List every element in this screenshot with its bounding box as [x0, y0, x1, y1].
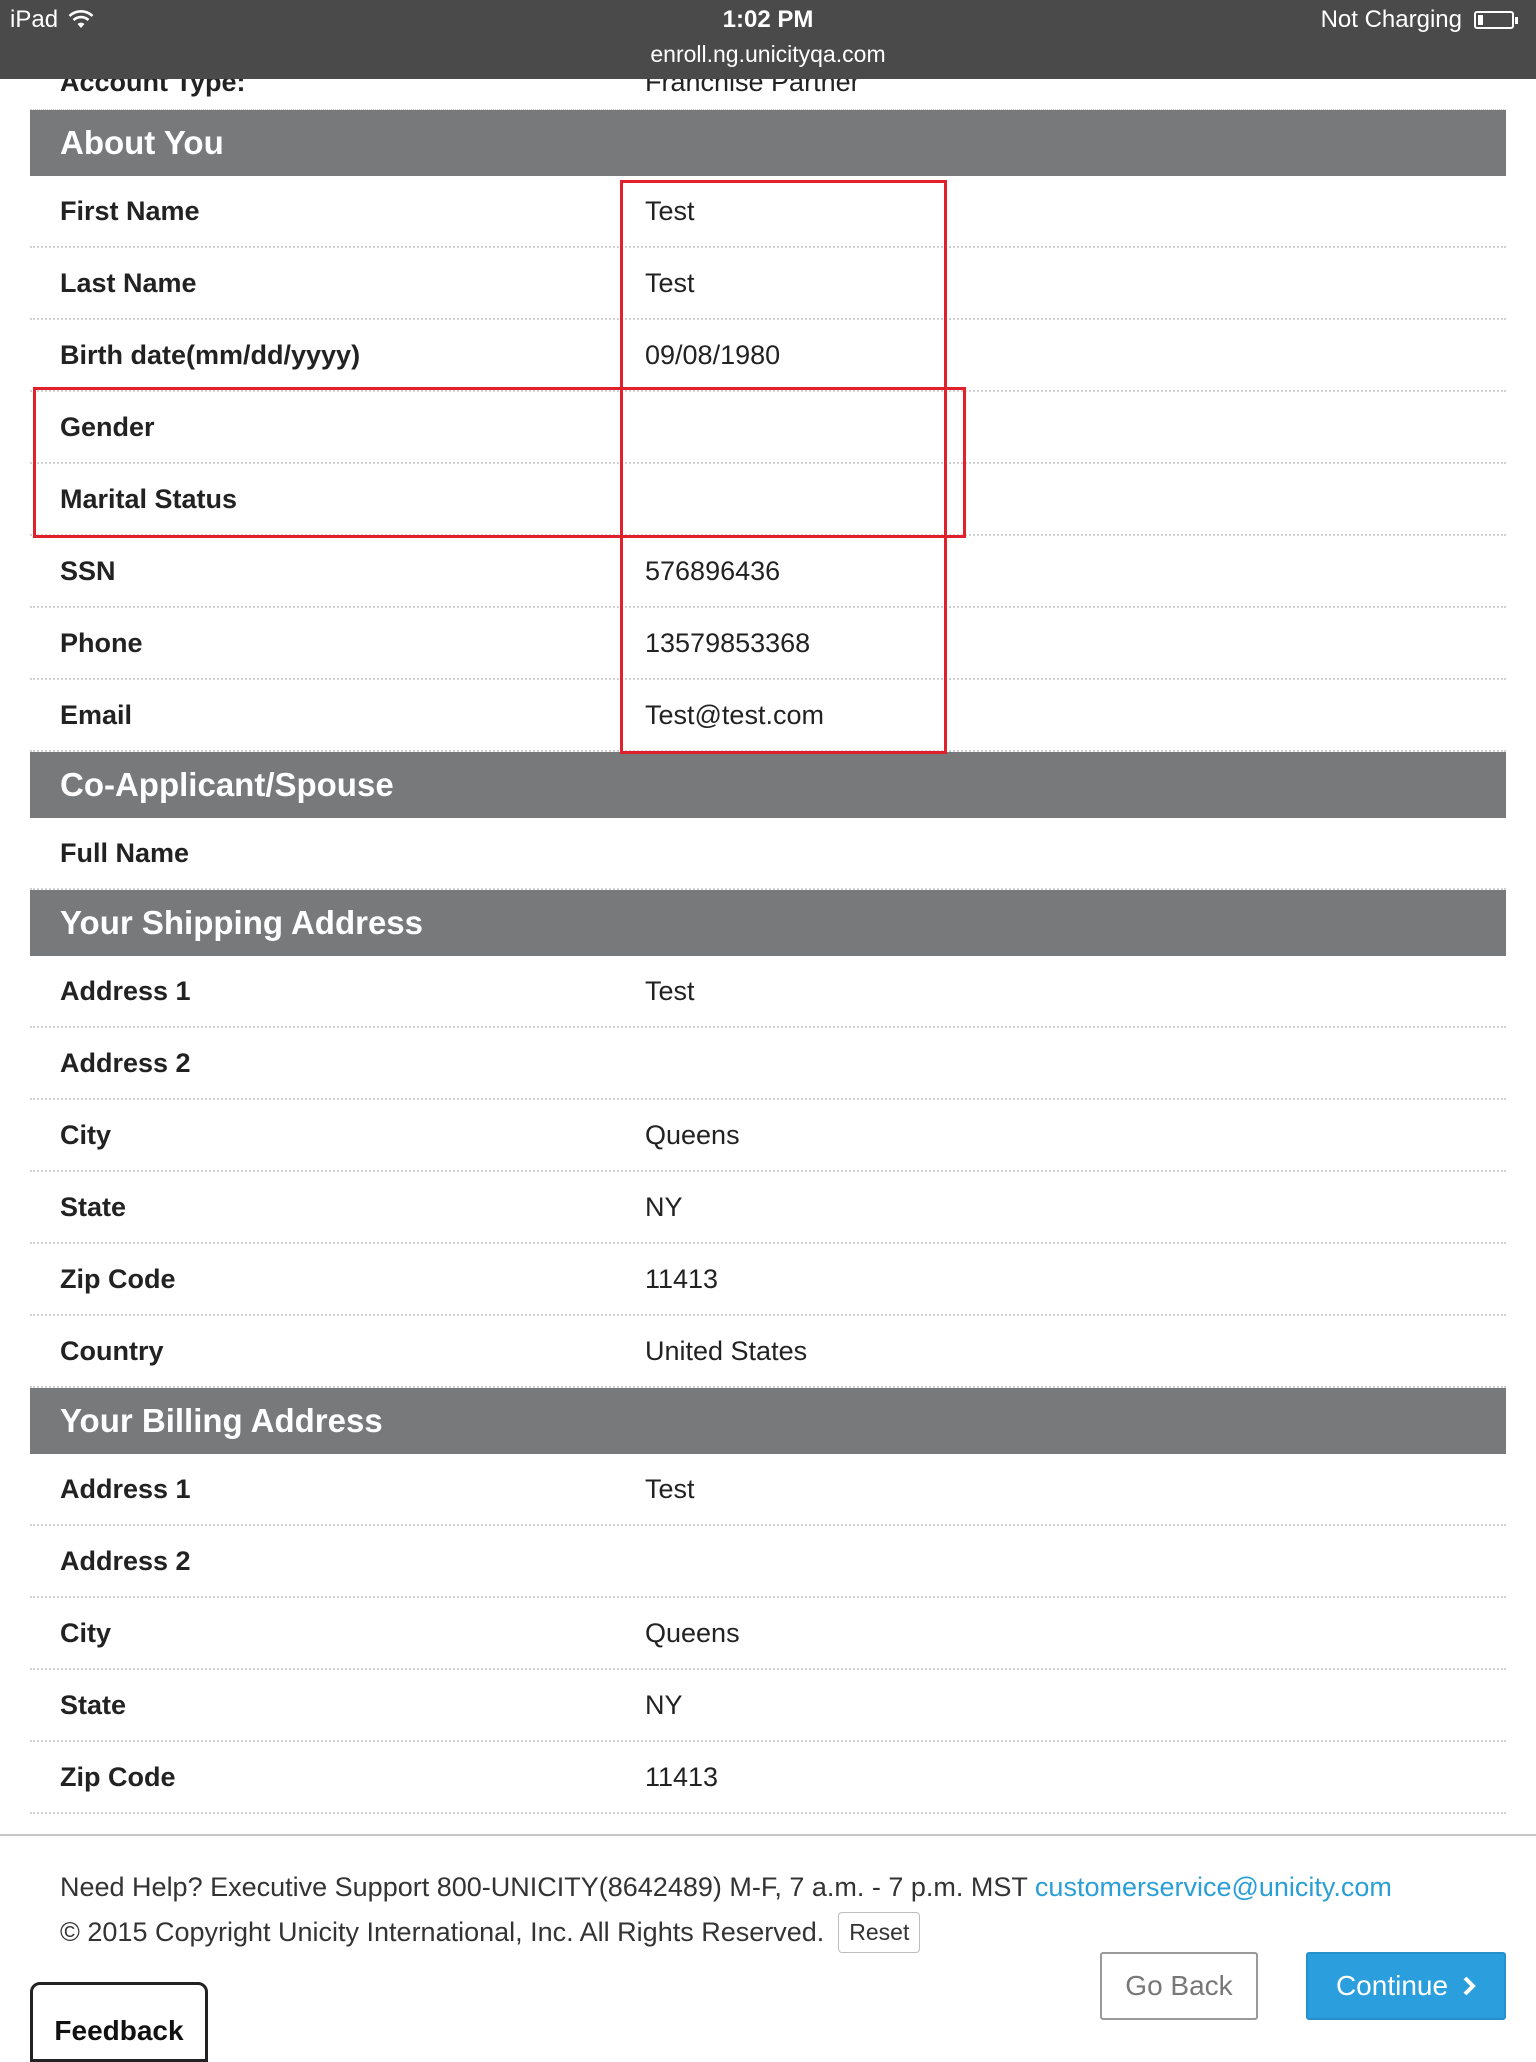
row-value: Franchise Partner [645, 79, 860, 97]
row-shipping-address-2: Address 2 [30, 1028, 1506, 1100]
row-label: Address 1 [60, 976, 191, 1006]
address-bar-url[interactable]: enroll.ng.unicityqa.com [0, 41, 1536, 68]
row-label: City [60, 1120, 112, 1150]
row-label: Gender [60, 412, 155, 442]
row-marital-status: Marital Status [30, 464, 1506, 536]
section-header-about-you: About You [30, 110, 1506, 176]
copyright-line: © 2015 Copyright Unicity International, … [60, 1912, 921, 1953]
row-label: Phone [60, 628, 143, 658]
row-label: Marital Status [60, 484, 238, 514]
row-value: Test@test.com [645, 700, 824, 730]
battery-status-text: Not Charging [1320, 6, 1462, 33]
row-value: 576896436 [645, 556, 781, 586]
row-ssn: SSN 576896436 [30, 536, 1506, 608]
row-value: 11413 [645, 1264, 719, 1294]
account-type-row: Account Type: Franchise Partner [30, 79, 1506, 110]
row-value: 13579853368 [645, 628, 811, 658]
continue-button[interactable]: Continue [1306, 1952, 1506, 2020]
row-billing-city: City Queens [30, 1598, 1506, 1670]
row-value: NY [645, 1192, 683, 1222]
chevron-right-icon [1463, 1976, 1476, 1996]
row-label: Country [60, 1336, 164, 1366]
section-header-co-applicant: Co-Applicant/Spouse [30, 752, 1506, 818]
row-shipping-country: Country United States [30, 1316, 1506, 1388]
row-label: Account Type: [60, 79, 246, 97]
copyright-text: © 2015 Copyright Unicity International, … [60, 1917, 825, 1947]
go-back-button[interactable]: Go Back [1100, 1952, 1258, 2020]
row-label: Birth date(mm/dd/yyyy) [60, 340, 361, 370]
row-shipping-city: City Queens [30, 1100, 1506, 1172]
row-billing-address-2: Address 2 [30, 1526, 1506, 1598]
row-value: Test [645, 268, 695, 298]
row-label: Zip Code [60, 1264, 176, 1294]
row-label: First Name [60, 196, 200, 226]
row-label: SSN [60, 556, 116, 586]
row-phone: Phone 13579853368 [30, 608, 1506, 680]
row-label: State [60, 1192, 127, 1222]
feedback-button[interactable]: Feedback [30, 1982, 208, 2062]
row-value: Test [645, 976, 695, 1006]
row-label: City [60, 1618, 112, 1648]
status-time: 1:02 PM [722, 6, 814, 33]
row-label: State [60, 1690, 127, 1720]
section-header-billing-address: Your Billing Address [30, 1388, 1506, 1454]
row-billing-zip: Zip Code 11413 [30, 1742, 1506, 1814]
row-value: United States [645, 1336, 808, 1366]
reset-button[interactable]: Reset [838, 1912, 921, 1953]
row-first-name: First Name Test [30, 176, 1506, 248]
row-label: Address 2 [60, 1546, 191, 1576]
help-text: Need Help? Executive Support 800-UNICITY… [60, 1872, 1028, 1902]
support-email-link[interactable]: customerservice@unicity.com [1035, 1872, 1392, 1902]
review-content: Account Type: Franchise Partner About Yo… [30, 79, 1506, 1814]
row-value: Queens [645, 1120, 740, 1150]
row-shipping-address-1: Address 1 Test [30, 956, 1506, 1028]
row-label: Email [60, 700, 133, 730]
row-billing-state: State NY [30, 1670, 1506, 1742]
row-label: Full Name [60, 838, 190, 868]
footer: Need Help? Executive Support 800-UNICITY… [0, 1834, 1536, 2048]
battery-icon [1474, 11, 1518, 29]
status-bar: iPad 1:02 PM enroll.ng.unicityqa.com Not… [0, 0, 1536, 79]
row-label: Zip Code [60, 1762, 176, 1792]
row-label: Address 2 [60, 1048, 191, 1078]
row-value: NY [645, 1690, 683, 1720]
row-billing-address-1: Address 1 Test [30, 1454, 1506, 1526]
row-birth-date: Birth date(mm/dd/yyyy) 09/08/1980 [30, 320, 1506, 392]
row-label: Last Name [60, 268, 197, 298]
row-gender: Gender [30, 392, 1506, 464]
row-value: Test [645, 1474, 695, 1504]
row-value: 11413 [645, 1762, 719, 1792]
help-line: Need Help? Executive Support 800-UNICITY… [60, 1872, 1392, 1903]
row-email: Email Test@test.com [30, 680, 1506, 752]
row-shipping-state: State NY [30, 1172, 1506, 1244]
row-last-name: Last Name Test [30, 248, 1506, 320]
row-shipping-zip: Zip Code 11413 [30, 1244, 1506, 1316]
row-value: Test [645, 196, 695, 226]
status-right: Not Charging [1320, 6, 1518, 34]
row-value: 09/08/1980 [645, 340, 781, 370]
continue-label: Continue [1335, 1970, 1449, 2001]
row-value: Queens [645, 1618, 740, 1648]
row-full-name: Full Name [30, 818, 1506, 890]
row-label: Address 1 [60, 1474, 191, 1504]
section-header-shipping-address: Your Shipping Address [30, 890, 1506, 956]
